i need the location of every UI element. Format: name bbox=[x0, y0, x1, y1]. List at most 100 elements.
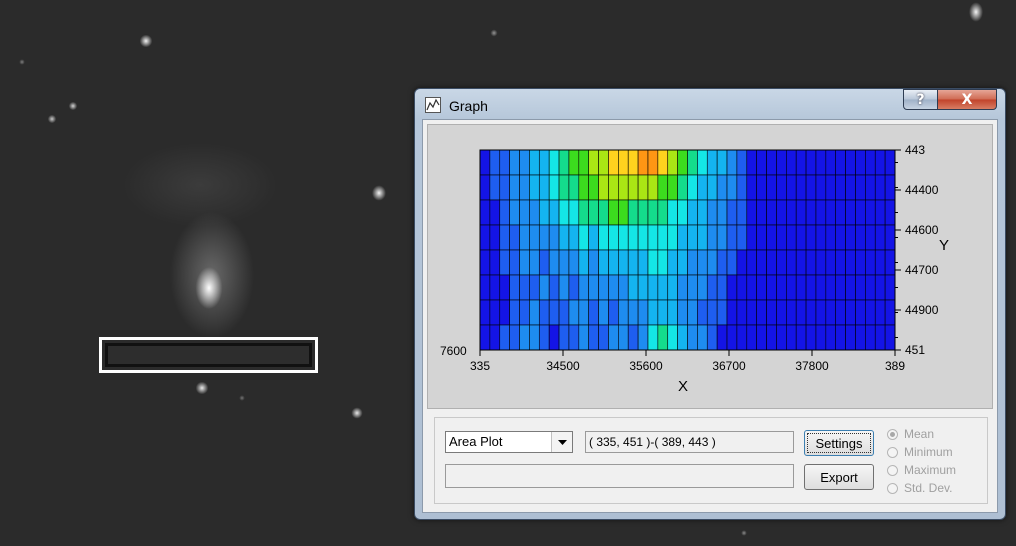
heatmap-cell bbox=[608, 149, 619, 176]
heatmap-cell bbox=[588, 174, 599, 201]
heatmap-cell bbox=[884, 224, 896, 251]
selection-rectangle[interactable] bbox=[99, 337, 318, 373]
heatmap-cell bbox=[795, 299, 807, 326]
x-axis-title: X bbox=[678, 378, 688, 395]
heatmap-cell bbox=[667, 299, 678, 326]
radio-indicator bbox=[887, 464, 898, 476]
radio-minimum[interactable]: Minimum bbox=[887, 444, 953, 460]
heatmap-cell bbox=[548, 324, 560, 351]
heatmap-cell bbox=[697, 249, 708, 276]
radio-mean[interactable]: Mean bbox=[887, 426, 934, 442]
heatmap-cell bbox=[538, 299, 550, 326]
heatmap-cell bbox=[855, 149, 866, 176]
heatmap-cell bbox=[736, 249, 748, 276]
heatmap-cell bbox=[637, 224, 649, 251]
heatmap-cell bbox=[509, 274, 520, 301]
heatmap-cell bbox=[637, 149, 649, 176]
heatmap-cell bbox=[697, 174, 708, 201]
heatmap-cell bbox=[706, 224, 718, 251]
heatmap-cell bbox=[677, 249, 688, 276]
heatmap-cell bbox=[548, 249, 560, 276]
heatmap-cell bbox=[766, 149, 777, 176]
heatmap-cell bbox=[736, 224, 748, 251]
heatmap-cell bbox=[647, 249, 659, 276]
dropdown-arrow-button[interactable] bbox=[551, 432, 572, 452]
heatmap-cell bbox=[766, 199, 777, 226]
heatmap-cell bbox=[865, 224, 876, 251]
heatmap-cell bbox=[716, 174, 728, 201]
heatmap-cell bbox=[756, 224, 767, 251]
heatmap-cell bbox=[538, 274, 550, 301]
export-button[interactable]: Export bbox=[804, 464, 874, 490]
heatmap-cell bbox=[499, 149, 510, 176]
close-icon: X bbox=[961, 91, 973, 108]
heatmap-cell bbox=[499, 249, 510, 276]
heatmap-cell bbox=[509, 249, 520, 276]
heatmap-cell bbox=[825, 199, 837, 226]
heatmap-cell bbox=[608, 299, 619, 326]
heatmap-cell bbox=[786, 174, 797, 201]
heatmap-cell bbox=[786, 249, 797, 276]
heatmap-cell bbox=[598, 274, 609, 301]
heatmap-cell bbox=[746, 299, 757, 326]
heatmap-cell bbox=[716, 299, 728, 326]
heatmap-cell bbox=[746, 174, 757, 201]
plot-type-dropdown[interactable]: Area Plot bbox=[445, 431, 573, 453]
heatmap-cell bbox=[865, 249, 876, 276]
heatmap-cell bbox=[697, 324, 708, 351]
heatmap-cell bbox=[795, 249, 807, 276]
heatmap-cell bbox=[618, 224, 629, 251]
heatmap-cell bbox=[805, 149, 817, 176]
heatmap-cell bbox=[835, 224, 846, 251]
heatmap-cell bbox=[805, 274, 817, 301]
heatmap-cell bbox=[578, 199, 589, 226]
heatmap-cell bbox=[588, 324, 599, 351]
heatmap-cell bbox=[805, 224, 817, 251]
heatmap-cell bbox=[637, 274, 649, 301]
heatmap-cell bbox=[499, 299, 510, 326]
heatmap-cell bbox=[884, 249, 896, 276]
heatmap-cell bbox=[726, 149, 738, 176]
heatmap-cell bbox=[786, 199, 797, 226]
heatmap-cell bbox=[884, 299, 896, 326]
y-tick-label: 44900 bbox=[905, 303, 939, 317]
heatmap-cell bbox=[776, 224, 787, 251]
y-tick-label: 44700 bbox=[905, 263, 939, 277]
heatmap-cell bbox=[519, 249, 530, 276]
close-button[interactable]: X bbox=[937, 89, 997, 110]
heatmap-cell bbox=[647, 174, 659, 201]
heatmap-cell bbox=[776, 274, 787, 301]
x-tick-label: 36700 bbox=[712, 359, 746, 373]
heatmap-cell bbox=[726, 174, 738, 201]
heatmap-cell bbox=[795, 174, 807, 201]
radio-std-dev[interactable]: Std. Dev. bbox=[887, 480, 952, 496]
heatmap-cell bbox=[865, 199, 876, 226]
title-bar[interactable]: Graph ? X bbox=[415, 89, 1005, 121]
heatmap-cell bbox=[815, 149, 827, 176]
heatmap-cell bbox=[598, 174, 609, 201]
radio-maximum[interactable]: Maximum bbox=[887, 462, 956, 478]
heatmap-cell bbox=[558, 299, 570, 326]
heatmap-cell bbox=[855, 274, 866, 301]
heatmap-cell bbox=[835, 174, 846, 201]
heatmap-cell bbox=[647, 149, 659, 176]
help-button[interactable]: ? bbox=[903, 89, 938, 110]
heatmap-cell bbox=[805, 174, 817, 201]
x-tick-label: 34500 bbox=[546, 359, 580, 373]
settings-button[interactable]: Settings bbox=[804, 430, 874, 456]
heatmap-cell bbox=[578, 299, 589, 326]
x-tick-label: 35600 bbox=[629, 359, 663, 373]
help-icon: ? bbox=[916, 91, 925, 108]
heatmap-cell bbox=[835, 299, 846, 326]
heatmap-cell bbox=[756, 249, 767, 276]
heatmap-cell bbox=[637, 199, 649, 226]
radio-indicator bbox=[887, 446, 898, 458]
heatmap-cell bbox=[568, 149, 580, 176]
heatmap-cell bbox=[825, 224, 837, 251]
status-field bbox=[445, 464, 794, 488]
heatmap-cell bbox=[874, 149, 886, 176]
heatmap-cell bbox=[588, 199, 599, 226]
heatmap-cell bbox=[697, 199, 708, 226]
heatmap-cells bbox=[479, 149, 896, 351]
heatmap-cell bbox=[588, 249, 599, 276]
